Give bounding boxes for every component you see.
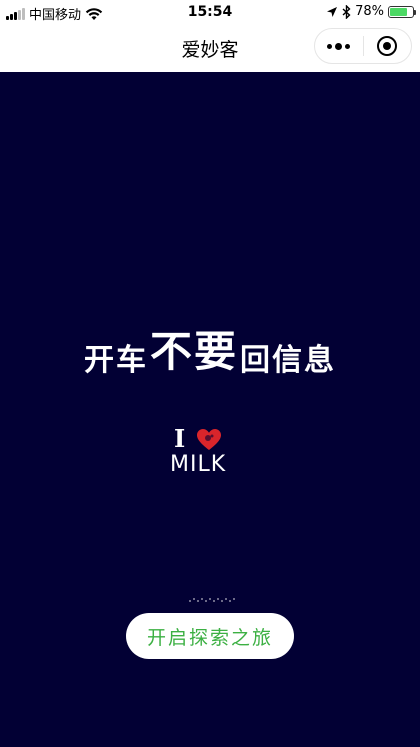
nav-bar: 爱妙客 — [0, 24, 420, 72]
slogan-part-1: 开车 — [83, 343, 148, 378]
slogan-part-3: 回信息 — [240, 343, 336, 378]
heart-icon — [197, 429, 221, 450]
bluetooth-icon — [342, 4, 351, 19]
i-love-milk-logo: I MILK — [168, 424, 232, 488]
more-dots-icon — [327, 42, 351, 50]
close-button[interactable] — [364, 29, 412, 63]
status-bar: 中国移动 15:54 78% — [0, 0, 420, 24]
slogan-part-2: 不要 — [149, 327, 238, 376]
logo-word: MILK — [170, 452, 227, 477]
battery-percent: 78% — [355, 4, 384, 19]
start-exploring-button[interactable]: 开启探索之旅 — [126, 613, 294, 659]
location-arrow-icon — [327, 6, 338, 17]
close-target-icon — [377, 36, 398, 56]
more-button[interactable] — [315, 29, 363, 63]
battery-fill — [390, 7, 408, 16]
logo-letter: I — [174, 424, 186, 453]
battery-icon — [388, 5, 416, 18]
status-right: 78% — [326, 4, 416, 19]
mini-program-capsule — [314, 28, 412, 64]
splash-screen: 开车 不要 回信息 I MILK 开启探索之旅 — [0, 72, 420, 747]
slogan: 开车 不要 回信息 — [0, 318, 420, 379]
decorative-dots — [189, 598, 235, 602]
